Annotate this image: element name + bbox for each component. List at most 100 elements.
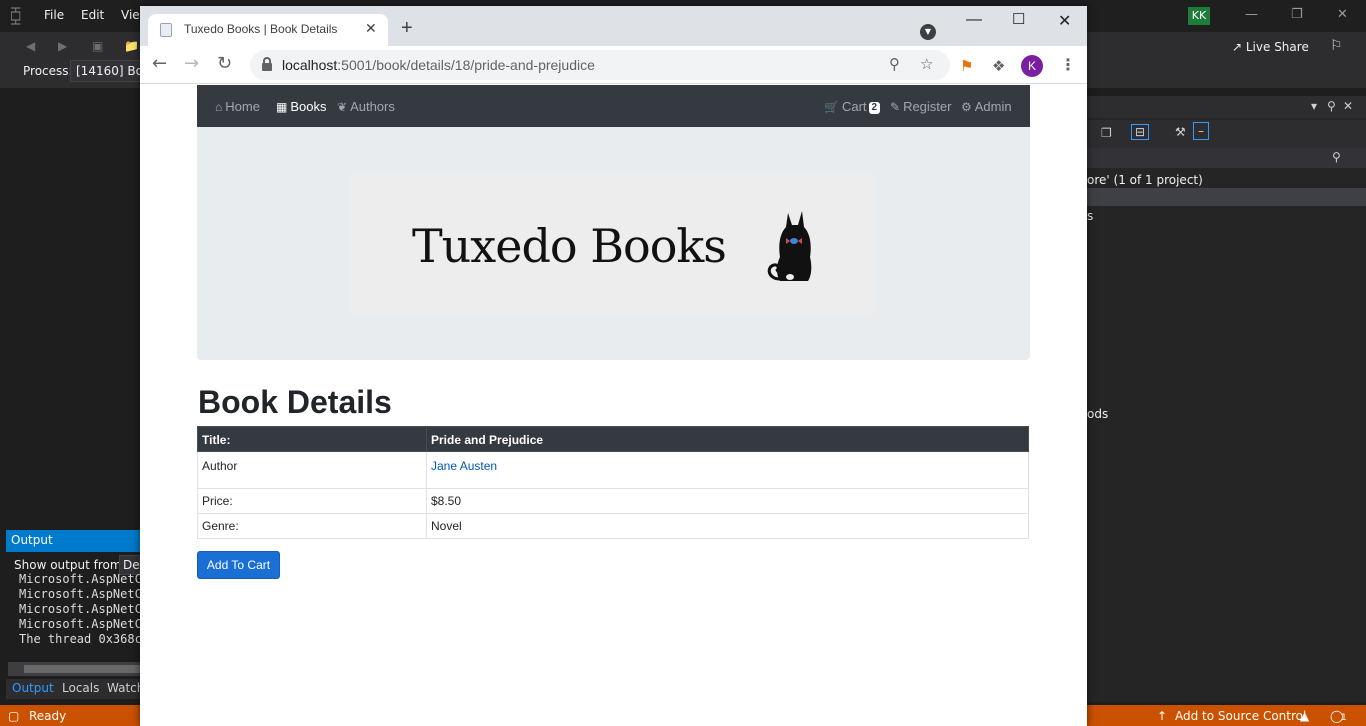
cart-icon: 🛒	[824, 100, 839, 114]
vs-live-share-button[interactable]: ↗ Live Share	[1232, 40, 1309, 54]
tab-title: Tuxedo Books | Book Details	[184, 22, 338, 36]
genre-value: Novel	[426, 513, 1029, 539]
gear-icon: ⚙	[961, 100, 972, 114]
vs-minimize-icon[interactable]: —	[1245, 7, 1258, 22]
new-tab-icon[interactable]: +	[401, 18, 413, 38]
preview-icon[interactable]: –	[1193, 122, 1209, 140]
reload-icon[interactable]: ↻	[217, 54, 232, 74]
source-control-caret-icon[interactable]: ▲	[1300, 709, 1309, 723]
back-icon[interactable]: ←	[152, 54, 167, 74]
table-header-row: Title: Pride and Prejudice	[197, 426, 1029, 452]
vs-account-avatar[interactable]: KK	[1188, 7, 1210, 25]
nav-home[interactable]: ⌂ Home	[215, 99, 260, 114]
vs-open-folder-icon[interactable]: 📁	[124, 39, 139, 53]
add-to-cart-button[interactable]: Add To Cart	[197, 551, 280, 579]
nav-books[interactable]: ▦ Books	[276, 99, 326, 114]
url-text[interactable]: localhost:5001/book/details/18/pride-and…	[282, 57, 595, 73]
output-scrollbar-thumb[interactable]	[24, 665, 140, 673]
copy-icon[interactable]: ❐	[1101, 126, 1112, 140]
browser-minimize-icon[interactable]: —	[966, 11, 982, 29]
solution-selected-row[interactable]	[1087, 188, 1366, 206]
url-path: :5001/book/details/18/pride-and-prejudic…	[337, 57, 595, 73]
search-icon[interactable]: ⚲	[1332, 150, 1341, 164]
output-panel-title: Output	[6, 530, 140, 552]
tab-locals[interactable]: Locals	[62, 681, 99, 695]
extensions-puzzle-icon[interactable]: ❖	[992, 57, 1005, 75]
home-icon: ⌂	[215, 100, 223, 114]
nav-books-label: Books	[290, 99, 327, 114]
browser-menu-icon[interactable]: ⋮	[1060, 55, 1076, 74]
site-logo[interactable]: Tuxedo Books	[350, 175, 876, 313]
vs-new-item-icon[interactable]: ▣	[92, 39, 103, 53]
tab-close-icon[interactable]: ✕	[365, 20, 377, 37]
forward-icon[interactable]: →	[184, 54, 199, 74]
vs-menu-edit[interactable]: Edit	[81, 8, 104, 22]
vs-process-label: Process:	[23, 64, 73, 78]
solution-explorer-toolbar	[1087, 120, 1366, 148]
zoom-icon[interactable]: ⚲	[889, 55, 900, 73]
profile-avatar[interactable]: K	[1021, 55, 1043, 77]
browser-close-icon[interactable]: ✕	[1058, 11, 1071, 31]
vs-forward-icon[interactable]: ▶	[58, 39, 67, 53]
vs-process-select[interactable]: [14160] Books	[70, 60, 150, 82]
nav-cart[interactable]: 🛒 Cart 2	[824, 99, 881, 114]
vs-menu-file[interactable]: File	[44, 8, 64, 22]
table-row: Author Jane Austen	[197, 451, 1029, 489]
browser-toolbar: ← → ↻ localhost:5001/book/details/18/pri…	[140, 46, 1087, 84]
hero-jumbotron: Tuxedo Books	[197, 127, 1030, 360]
extension-megaphone-icon[interactable]: ⚑	[960, 57, 973, 75]
address-bar[interactable]: localhost:5001/book/details/18/pride-and…	[250, 50, 950, 80]
output-line: Microsoft.AspNetCore	[19, 617, 140, 631]
edit-icon: ✎	[890, 100, 901, 114]
sync-tree-icon[interactable]: ⊟	[1131, 124, 1150, 140]
properties-wrench-icon[interactable]: ⚒	[1175, 125, 1186, 139]
output-line: Microsoft.AspNetCore	[19, 572, 140, 586]
price-label: Price:	[197, 488, 427, 514]
visual-studio-logo-icon[interactable]: ⧮	[10, 6, 32, 26]
vs-restore-icon[interactable]: ❐	[1291, 7, 1303, 22]
table-row: Genre: Novel	[197, 513, 1029, 539]
author-label: Author	[197, 451, 427, 489]
browser-maximize-icon[interactable]: ☐	[1012, 10, 1025, 28]
page-title: Book Details	[198, 384, 392, 420]
output-line: Microsoft.AspNetCore	[19, 602, 140, 616]
panel-dropdown-icon[interactable]: ▾	[1311, 99, 1317, 113]
nav-home-label: Home	[225, 99, 260, 114]
solution-node-item-2[interactable]: ods	[1087, 407, 1108, 421]
nav-admin[interactable]: ⚙ Admin	[961, 99, 1012, 114]
lock-icon[interactable]	[262, 57, 272, 71]
panel-close-icon[interactable]: ✕	[1343, 99, 1353, 113]
vs-feedback-icon[interactable]: ⚐	[1330, 38, 1343, 54]
nav-register-label: Register	[903, 99, 952, 114]
notifications-count: 1	[1341, 713, 1347, 723]
panel-pin-icon[interactable]: ⚲	[1327, 99, 1336, 113]
nav-register[interactable]: ✎ Register	[890, 99, 951, 114]
nav-authors[interactable]: ❦ Authors	[337, 99, 395, 114]
price-value: $8.50	[426, 488, 1029, 514]
bookmark-star-icon[interactable]: ☆	[920, 55, 933, 73]
page-favicon-icon	[160, 23, 172, 37]
vs-close-icon[interactable]: ✕	[1337, 7, 1348, 22]
vs-menu-view[interactable]: View	[121, 8, 140, 22]
solution-node-label[interactable]: ore' (1 of 1 project)	[1087, 173, 1203, 187]
tab-search-icon[interactable]: ▼	[920, 24, 936, 40]
solution-node-item[interactable]: s	[1087, 209, 1093, 223]
add-to-source-control-button[interactable]: Add to Source Control	[1175, 709, 1306, 723]
vs-back-icon[interactable]: ◀	[26, 39, 35, 53]
nav-authors-label: Authors	[350, 99, 395, 114]
output-line: Microsoft.AspNetCore	[19, 587, 140, 601]
tab-output[interactable]: Output	[12, 681, 54, 695]
ready-icon: ▢	[8, 709, 20, 723]
author-link[interactable]: Jane Austen	[431, 459, 497, 473]
tab-watch[interactable]: Watch	[107, 681, 140, 695]
feather-icon: ❦	[337, 100, 348, 114]
browser-tab[interactable]: Tuxedo Books | Book Details ✕	[148, 14, 388, 46]
nav-cart-label: Cart	[841, 99, 867, 114]
solution-explorer-search[interactable]	[1087, 148, 1366, 168]
table-row: Price: $8.50	[197, 488, 1029, 514]
status-ready: Ready	[29, 709, 67, 723]
output-show-from-label: Show output from:	[14, 558, 126, 572]
url-host: localhost	[282, 57, 338, 73]
tuxedo-cat-icon	[767, 211, 812, 281]
site-navbar: ⌂ Home ▦ Books ❦ Authors 🛒 Cart 2 ✎ Register ⚙…	[197, 85, 1030, 127]
